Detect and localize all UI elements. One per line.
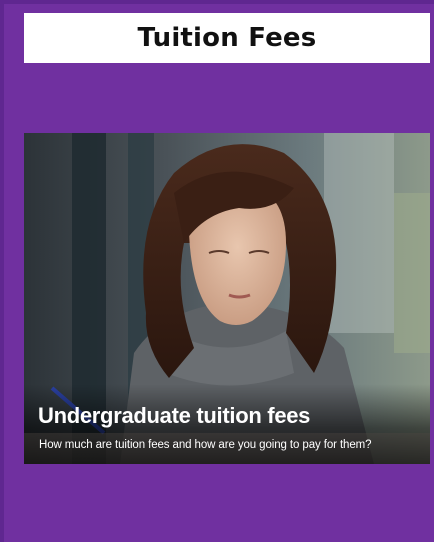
title-bar: Tuition Fees [24,13,430,63]
undergraduate-fees-card[interactable]: Undergraduate tuition fees How much are … [24,133,430,464]
card-subheading: How much are tuition fees and how are yo… [39,439,372,451]
page-title: Tuition Fees [137,23,317,53]
card-heading: Undergraduate tuition fees [38,403,311,428]
